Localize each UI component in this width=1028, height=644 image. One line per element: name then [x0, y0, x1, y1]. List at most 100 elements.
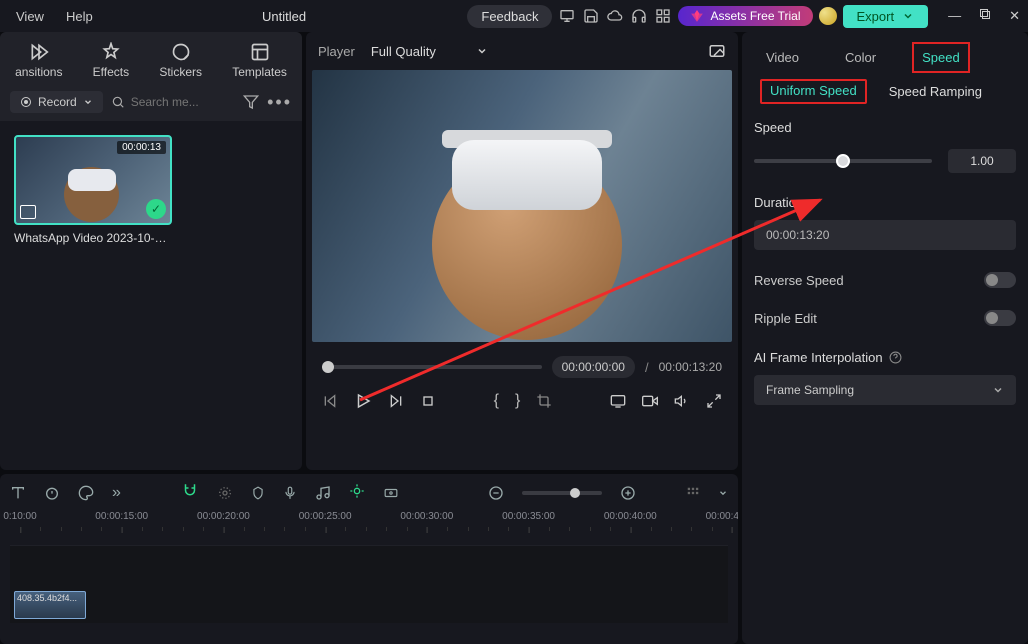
close-button[interactable]: ✕	[1009, 8, 1020, 24]
save-icon[interactable]	[582, 7, 600, 25]
ruler-tick: 00:00:45:00	[706, 511, 738, 522]
cloud-icon[interactable]	[606, 7, 624, 25]
reverse-speed-toggle[interactable]	[984, 272, 1016, 288]
headphones-icon[interactable]	[630, 7, 648, 25]
ruler-tick: 00:00:20:00	[197, 511, 250, 522]
marker-icon[interactable]	[251, 485, 265, 501]
topbar: View Help Untitled Feedback Assets Free …	[0, 0, 1028, 32]
record-icon	[20, 96, 32, 108]
text-tool-icon[interactable]	[10, 485, 26, 501]
chevron-down-icon[interactable]	[718, 488, 728, 498]
maximize-button[interactable]	[979, 8, 991, 24]
mark-in-icon[interactable]: {	[494, 392, 499, 410]
chevron-down-icon	[83, 97, 93, 107]
magnet-icon[interactable]	[181, 482, 199, 500]
assets-trial-button[interactable]: Assets Free Trial	[678, 6, 812, 26]
current-time: 00:00:00:00	[552, 356, 635, 378]
chevron-down-icon	[902, 10, 914, 22]
export-button[interactable]: Export	[843, 5, 929, 28]
link-icon[interactable]	[217, 485, 233, 501]
ai-interpolation-label: AI Frame Interpolation	[754, 350, 883, 365]
feedback-button[interactable]: Feedback	[467, 5, 552, 28]
more-tools-icon[interactable]: »	[112, 484, 121, 502]
more-icon[interactable]: •••	[267, 92, 292, 113]
minimize-button[interactable]: —	[948, 8, 961, 24]
media-clip[interactable]: 00:00:13 ✓ WhatsApp Video 2023-10-05...	[14, 135, 172, 245]
tab-stickers[interactable]: Stickers	[153, 38, 208, 83]
filter-icon[interactable]	[243, 94, 259, 110]
theme-icon[interactable]	[819, 7, 837, 25]
zoom-slider[interactable]	[522, 491, 602, 495]
time-separator: /	[645, 360, 649, 375]
speed-slider[interactable]	[754, 159, 932, 163]
menu-help[interactable]: Help	[58, 5, 101, 28]
menu-view[interactable]: View	[8, 5, 52, 28]
play-forward-icon[interactable]	[388, 393, 404, 409]
snapshot-icon[interactable]	[708, 42, 726, 60]
tab-speed[interactable]: Speed	[916, 46, 966, 69]
timeline-track[interactable]: 408.35.4b2f4...	[10, 545, 728, 623]
mark-out-icon[interactable]: }	[515, 392, 520, 410]
quality-dropdown[interactable]: Full Quality	[371, 44, 488, 59]
help-icon[interactable]	[889, 351, 902, 364]
palette-icon[interactable]	[78, 485, 94, 501]
reverse-speed-label: Reverse Speed	[754, 273, 844, 288]
timer-icon[interactable]	[44, 485, 60, 501]
preview-panel: Player Full Quality 00:00:00:00 / 00:00:…	[306, 32, 738, 470]
play-icon[interactable]	[354, 392, 372, 410]
mic-icon[interactable]	[283, 485, 297, 501]
tab-transitions[interactable]: ansitions	[9, 38, 68, 83]
document-title: Untitled	[107, 9, 462, 24]
monitor-icon[interactable]	[558, 7, 576, 25]
auto-icon[interactable]	[349, 483, 365, 499]
assets-trial-label: Assets Free Trial	[710, 9, 800, 23]
clip-name: WhatsApp Video 2023-10-05...	[14, 231, 172, 245]
tab-templates[interactable]: Templates	[226, 38, 293, 83]
ruler-tick: 00:00:30:00	[400, 511, 453, 522]
search-icon[interactable]	[111, 95, 125, 109]
frame-icon[interactable]	[383, 486, 399, 500]
preview-canvas[interactable]	[312, 70, 732, 342]
subtab-uniform-speed[interactable]: Uniform Speed	[760, 79, 867, 104]
camera-icon[interactable]	[642, 393, 658, 409]
tab-video[interactable]: Video	[760, 46, 805, 69]
clip-thumbnail[interactable]: 00:00:13 ✓	[14, 135, 172, 225]
display-icon[interactable]	[610, 393, 626, 409]
music-icon[interactable]	[315, 485, 331, 501]
chevron-down-icon	[992, 384, 1004, 396]
record-button[interactable]: Record	[10, 91, 103, 113]
chevron-down-icon	[476, 45, 488, 57]
duration-value[interactable]: 00:00:13:20	[754, 220, 1016, 250]
timeline-panel: » 0:10:0000:00:15:0000:00:20:0000:00:25:…	[0, 474, 738, 644]
preview-scrubber[interactable]	[322, 365, 542, 369]
total-time: 00:00:13:20	[659, 360, 722, 374]
ruler-tick: 00:00:40:00	[604, 511, 657, 522]
zoom-out-icon[interactable]	[488, 485, 504, 501]
volume-icon[interactable]	[674, 393, 690, 409]
video-type-icon	[20, 205, 36, 219]
properties-panel: Video Color Speed Uniform Speed Speed Ra…	[742, 32, 1028, 644]
zoom-in-icon[interactable]	[620, 485, 636, 501]
ruler-tick: 00:00:15:00	[95, 511, 148, 522]
fullscreen-icon[interactable]	[706, 393, 722, 409]
prev-frame-icon[interactable]	[322, 393, 338, 409]
duration-label: Duration	[754, 195, 1016, 210]
stop-icon[interactable]	[420, 393, 436, 409]
speed-value[interactable]: 1.00	[948, 149, 1016, 173]
apps-icon[interactable]	[654, 7, 672, 25]
player-label: Player	[318, 44, 355, 59]
media-library: ansitions Effects Stickers Templates Rec…	[0, 32, 302, 470]
search-input[interactable]	[131, 95, 221, 109]
tab-color[interactable]: Color	[839, 46, 882, 69]
timeline-ruler[interactable]: 0:10:0000:00:15:0000:00:20:0000:00:25:00…	[10, 511, 728, 545]
crop-icon[interactable]	[536, 393, 552, 409]
export-label: Export	[857, 9, 895, 24]
clip-duration-badge: 00:00:13	[117, 141, 166, 154]
timeline-clip[interactable]: 408.35.4b2f4...	[14, 591, 86, 619]
speed-label: Speed	[754, 120, 1016, 135]
grid-view-icon[interactable]	[686, 486, 700, 500]
interpolation-dropdown[interactable]: Frame Sampling	[754, 375, 1016, 405]
tab-effects[interactable]: Effects	[87, 38, 135, 83]
subtab-speed-ramping[interactable]: Speed Ramping	[889, 84, 982, 99]
ripple-edit-toggle[interactable]	[984, 310, 1016, 326]
